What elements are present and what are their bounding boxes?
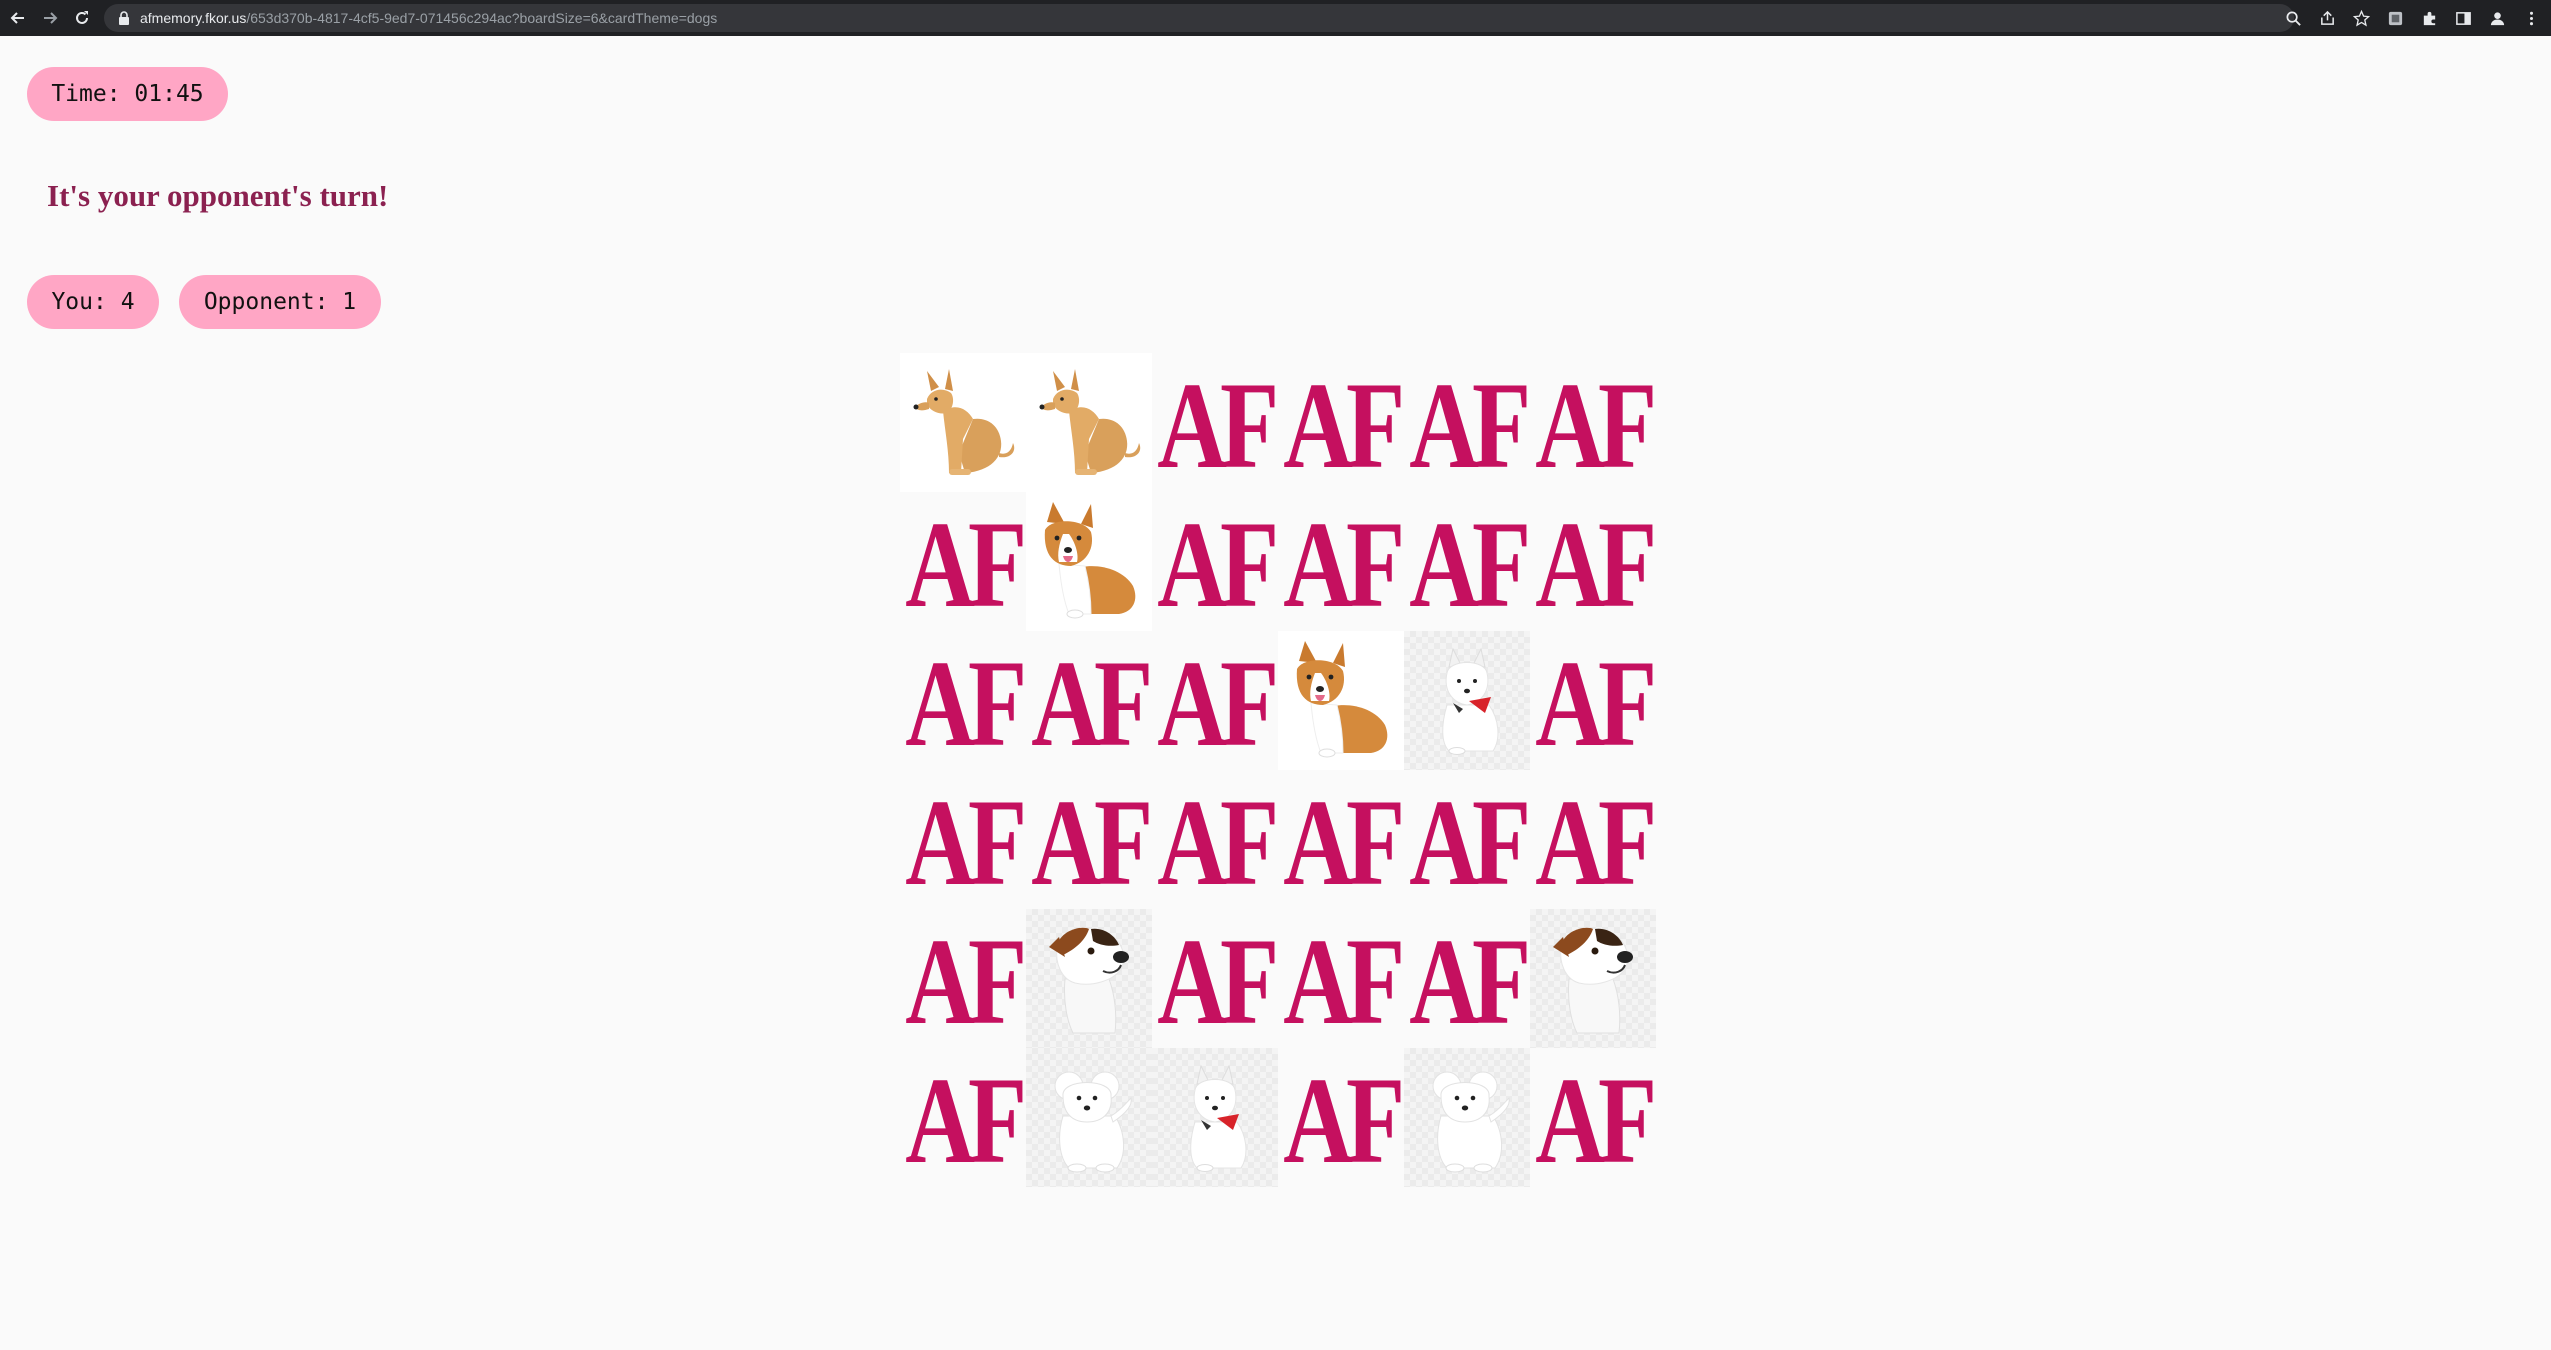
card-face-down[interactable]: AF — [1026, 770, 1154, 911]
kebab-menu-icon[interactable] — [2517, 4, 2545, 32]
url-text: afmemory.fkor.us/653d370b-4817-4cf5-9ed7… — [140, 10, 718, 26]
browser-toolbar: afmemory.fkor.us/653d370b-4817-4cf5-9ed7… — [0, 0, 2551, 36]
extension-icon[interactable] — [2381, 4, 2409, 32]
card-back-logo: AF — [1535, 356, 1658, 494]
score-opponent-badge: Opponent: 1 — [179, 275, 381, 329]
address-bar[interactable]: afmemory.fkor.us/653d370b-4817-4cf5-9ed7… — [104, 4, 2294, 32]
lock-icon — [119, 11, 129, 25]
card-face-up[interactable] — [1152, 1048, 1278, 1187]
card-back-logo: AF — [1409, 773, 1532, 911]
card-face-up[interactable] — [900, 353, 1026, 492]
card-face-down[interactable]: AF — [1530, 770, 1658, 911]
timer-badge: Time: 01:45 — [27, 67, 228, 121]
card-back-logo: AF — [1409, 356, 1532, 494]
card-back-logo: AF — [1031, 773, 1154, 911]
card-face-up[interactable] — [1404, 1048, 1530, 1187]
card-back-logo: AF — [1157, 495, 1280, 633]
memory-board: AF AF AF AF AF AF AF AF AF AF AF AF AF AF AF A — [900, 353, 1658, 1189]
card-face-up[interactable] — [1530, 909, 1656, 1048]
card-face-down[interactable]: AF — [1278, 770, 1406, 911]
card-back-logo: AF — [1157, 356, 1280, 494]
card-face-down[interactable]: AF — [1026, 631, 1154, 772]
jack-russell-image — [1049, 927, 1129, 1033]
card-back-logo: AF — [905, 634, 1028, 772]
jack-russell-image — [1553, 927, 1633, 1033]
card-back-logo: AF — [1409, 495, 1532, 633]
card-face-down[interactable]: AF — [1278, 1048, 1406, 1189]
card-back-logo: AF — [1283, 773, 1406, 911]
card-back-logo: AF — [1535, 634, 1658, 772]
extension-puzzle-icon[interactable] — [2415, 4, 2443, 32]
card-face-down[interactable]: AF — [1278, 492, 1406, 633]
card-back-logo: AF — [1535, 1051, 1658, 1189]
card-face-down[interactable]: AF — [1152, 770, 1280, 911]
card-face-down[interactable]: AF — [1530, 353, 1658, 494]
card-back-logo: AF — [1157, 634, 1280, 772]
card-face-down[interactable]: AF — [1530, 631, 1658, 772]
turn-message: It's your opponent's turn! — [47, 178, 389, 213]
card-face-down[interactable]: AF — [1404, 770, 1532, 911]
card-back-logo: AF — [905, 912, 1028, 1050]
forward-arrow-icon[interactable] — [36, 4, 64, 32]
card-face-down[interactable]: AF — [1278, 353, 1406, 494]
card-back-logo: AF — [1157, 912, 1280, 1050]
star-icon[interactable] — [2347, 4, 2375, 32]
white-spitz-image — [1190, 1064, 1247, 1172]
card-face-down[interactable]: AF — [1152, 631, 1280, 772]
corgi-image — [1296, 640, 1388, 757]
card-face-down[interactable]: AF — [1404, 353, 1532, 494]
card-face-down[interactable]: AF — [1278, 909, 1406, 1050]
card-back-logo: AF — [1283, 912, 1406, 1050]
tan-dog-image — [913, 368, 1015, 475]
profile-icon[interactable] — [2483, 4, 2511, 32]
card-face-up[interactable] — [1026, 492, 1152, 631]
card-back-logo: AF — [1535, 495, 1658, 633]
card-face-up[interactable] — [1026, 353, 1152, 492]
card-back-logo: AF — [1535, 773, 1658, 911]
card-face-up[interactable] — [1278, 631, 1404, 770]
reload-icon[interactable] — [68, 4, 96, 32]
card-back-logo: AF — [905, 1051, 1028, 1189]
card-back-logo: AF — [1283, 1051, 1406, 1189]
card-face-down[interactable]: AF — [1404, 909, 1532, 1050]
card-face-down[interactable]: AF — [900, 909, 1028, 1050]
card-back-logo: AF — [1157, 773, 1280, 911]
card-back-logo: AF — [905, 495, 1028, 633]
card-face-down[interactable]: AF — [900, 770, 1028, 911]
bichon-image — [1054, 1071, 1132, 1172]
share-icon[interactable] — [2313, 4, 2341, 32]
card-face-down[interactable]: AF — [1530, 492, 1658, 633]
card-face-up[interactable] — [1404, 631, 1530, 770]
card-face-up[interactable] — [1026, 1048, 1152, 1187]
card-face-down[interactable]: AF — [900, 1048, 1028, 1189]
card-back-logo: AF — [1409, 912, 1532, 1050]
card-face-down[interactable]: AF — [1152, 909, 1280, 1050]
zoom-icon[interactable] — [2279, 4, 2307, 32]
card-back-logo: AF — [1031, 634, 1154, 772]
card-back-logo: AF — [1283, 356, 1406, 494]
card-face-down[interactable]: AF — [1404, 492, 1532, 633]
back-arrow-icon[interactable] — [4, 4, 32, 32]
card-face-down[interactable]: AF — [1152, 492, 1280, 633]
tan-dog-image — [1039, 368, 1141, 475]
bichon-image — [1432, 1071, 1510, 1172]
card-back-logo: AF — [1283, 495, 1406, 633]
card-back-logo: AF — [905, 773, 1028, 911]
card-face-down[interactable]: AF — [900, 631, 1028, 772]
card-face-up[interactable] — [1026, 909, 1152, 1048]
sidebar-icon[interactable] — [2449, 4, 2477, 32]
card-face-down[interactable]: AF — [1530, 1048, 1658, 1189]
white-spitz-image — [1442, 647, 1499, 755]
corgi-image — [1044, 501, 1136, 618]
card-face-down[interactable]: AF — [900, 492, 1028, 633]
card-face-down[interactable]: AF — [1152, 353, 1280, 494]
score-you-badge: You: 4 — [27, 275, 159, 329]
